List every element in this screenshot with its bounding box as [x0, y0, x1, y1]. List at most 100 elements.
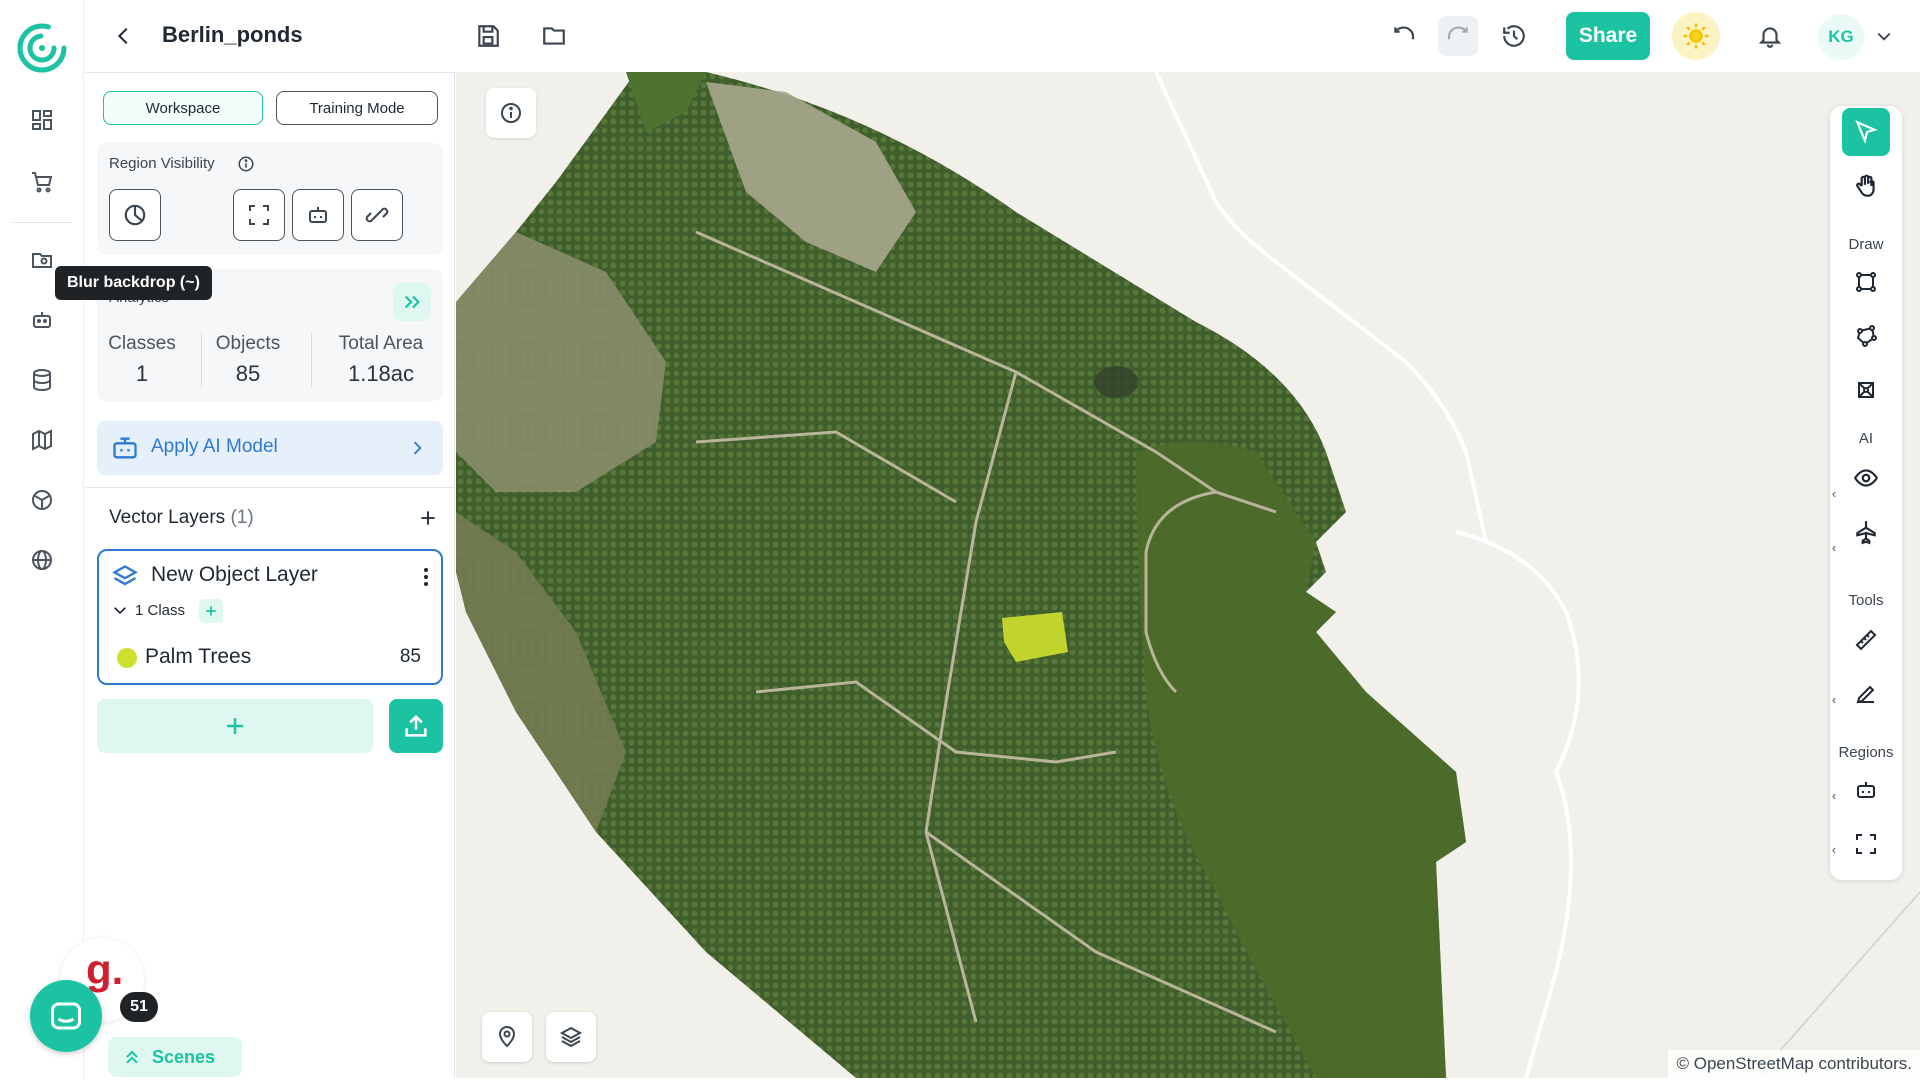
class-toggle[interactable]: 1 Class: [111, 601, 185, 619]
stat-divider: [201, 333, 202, 387]
avatar[interactable]: KG: [1818, 14, 1864, 60]
chevron-left-icon[interactable]: ‹: [1828, 692, 1840, 707]
chevron-left-icon[interactable]: ‹: [1828, 842, 1840, 857]
map-icon[interactable]: [22, 420, 62, 460]
chat-icon: [51, 1002, 81, 1030]
class-name: Palm Trees: [145, 645, 252, 668]
rail-divider: [12, 222, 72, 223]
widget-letter: g.: [86, 946, 124, 993]
dashboard-icon[interactable]: [22, 100, 62, 140]
stat-label: Classes: [108, 333, 176, 354]
layers-icon: [111, 563, 139, 591]
panel-divider: [85, 487, 455, 488]
plus-icon: [227, 718, 243, 734]
stat-classes: Classes 1: [97, 333, 187, 387]
robot-icon[interactable]: [22, 300, 62, 340]
database-icon[interactable]: [22, 360, 62, 400]
link-icon[interactable]: [351, 189, 403, 241]
rectangle-draw-icon[interactable]: [1842, 258, 1890, 306]
mode-training-button[interactable]: Training Mode: [276, 91, 438, 125]
map-attribution[interactable]: © OpenStreetMap contributors.: [1668, 1050, 1920, 1078]
bell-icon[interactable]: [1750, 16, 1790, 56]
tools-section-label: Tools: [1848, 592, 1884, 609]
class-count-label: 1 Class: [135, 601, 186, 619]
class-count: 85: [399, 646, 421, 667]
robot-icon[interactable]: [1842, 766, 1890, 814]
double-chevron-icon[interactable]: [393, 283, 431, 321]
top-bar: Berlin_ponds Share KG: [84, 0, 1920, 72]
right-toolbar: Draw AI ‹ ‹ Tools ‹ Regions ‹ ‹: [1830, 106, 1902, 880]
polygon-icon[interactable]: [1842, 312, 1890, 360]
map-canvas[interactable]: © OpenStreetMap contributors.: [456, 72, 1920, 1078]
globe-icon[interactable]: [22, 540, 62, 580]
sun-icon[interactable]: [1672, 12, 1720, 60]
vector-layers-title: Vector Layers (1): [109, 507, 254, 529]
fullscreen-icon[interactable]: [1842, 820, 1890, 868]
notification-badge: 51: [120, 992, 158, 1022]
robot-icon: [111, 434, 139, 462]
pencil-icon[interactable]: [1842, 670, 1890, 718]
left-panel: Workspace Training Mode Region Visibilit…: [85, 72, 455, 1078]
open-folder-icon[interactable]: [534, 16, 574, 56]
chevron-right-icon: [407, 438, 427, 458]
draw-section-label: Draw: [1848, 236, 1884, 253]
robot-icon[interactable]: [292, 189, 344, 241]
fullscreen-icon[interactable]: [233, 189, 285, 241]
stat-divider: [311, 333, 312, 387]
upload-button[interactable]: [389, 699, 443, 753]
location-pin-icon[interactable]: [482, 1012, 532, 1062]
stat-objects: Objects 85: [205, 333, 291, 387]
hand-icon[interactable]: [1842, 162, 1890, 210]
region-visibility-label: Region Visibility: [109, 155, 215, 172]
info-icon[interactable]: [237, 155, 255, 173]
stat-label: Total Area: [338, 333, 424, 354]
stat-label: Objects: [215, 333, 281, 354]
stat-value: 85: [235, 361, 261, 386]
keypoint-draw-icon[interactable]: [1842, 366, 1890, 414]
save-icon[interactable]: [468, 16, 508, 56]
add-vector-layer-icon[interactable]: [413, 503, 443, 533]
undo-icon[interactable]: [1384, 16, 1424, 56]
back-icon[interactable]: [104, 16, 144, 56]
regions-section-label: Regions: [1838, 744, 1894, 761]
vector-layers-label: Vector Layers: [109, 507, 226, 528]
redo-icon[interactable]: [1438, 16, 1478, 56]
stat-value: 1.18ac: [347, 361, 415, 386]
ai-section-label: AI: [1858, 430, 1874, 447]
cart-icon[interactable]: [22, 162, 62, 202]
history-icon[interactable]: [1494, 16, 1534, 56]
class-color-swatch: [117, 648, 137, 668]
add-class-icon[interactable]: [199, 599, 223, 623]
chevron-down-icon[interactable]: [1864, 16, 1904, 56]
class-row[interactable]: Palm Trees 85: [117, 643, 427, 673]
share-button[interactable]: Share: [1566, 12, 1650, 60]
layer-name[interactable]: New Object Layer: [151, 563, 318, 587]
vector-layers-count: (1): [230, 507, 254, 528]
chevron-left-icon[interactable]: ‹: [1828, 540, 1840, 555]
layer-card[interactable]: New Object Layer 1 Class Palm Trees 85: [97, 549, 443, 685]
layers-icon[interactable]: [546, 1012, 596, 1062]
logo-icon[interactable]: [16, 22, 68, 74]
eye-icon[interactable]: [1842, 454, 1890, 502]
globe-grid-icon[interactable]: [22, 480, 62, 520]
chevron-down-icon: [111, 601, 129, 619]
chevron-left-icon[interactable]: ‹: [1828, 486, 1840, 501]
double-chevron-up-icon: [126, 1050, 138, 1064]
blur-icon[interactable]: [109, 189, 161, 241]
project-title: Berlin_ponds: [162, 22, 303, 47]
cursor-icon[interactable]: [1842, 108, 1890, 156]
left-nav-rail: [0, 0, 84, 1080]
aerial-orthomosaic: [456, 72, 1920, 1078]
stat-total-area: Total Area 1.18ac: [319, 333, 443, 387]
tooltip: Blur backdrop (~): [55, 266, 212, 300]
mode-workspace-button[interactable]: Workspace: [103, 91, 263, 125]
chat-button[interactable]: [30, 980, 102, 1052]
ruler-icon[interactable]: [1842, 616, 1890, 664]
more-icon[interactable]: [415, 563, 437, 591]
add-layer-button[interactable]: [97, 699, 373, 753]
info-icon[interactable]: [486, 88, 536, 138]
apply-ai-model-button[interactable]: Apply AI Model: [97, 421, 443, 475]
plane-icon[interactable]: [1842, 508, 1890, 556]
chevron-left-icon[interactable]: ‹: [1828, 788, 1840, 803]
scenes-button[interactable]: Scenes: [108, 1037, 242, 1077]
